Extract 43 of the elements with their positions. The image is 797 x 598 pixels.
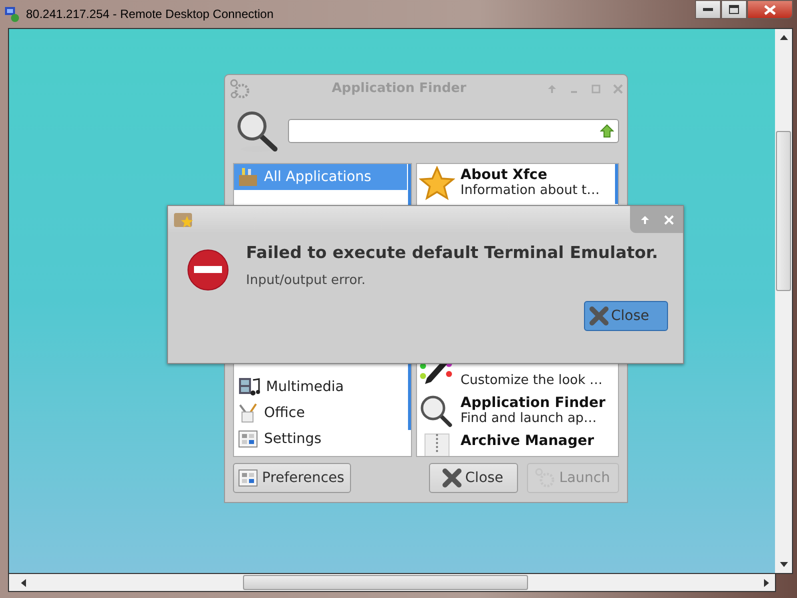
gear-icon [229, 78, 251, 100]
application-item[interactable]: Application Finder Find and launch ap… [416, 392, 618, 430]
close-button[interactable] [747, 0, 793, 19]
close-icon [589, 306, 609, 326]
arrow-up-icon [600, 124, 614, 138]
category-item[interactable]: Multimedia [234, 374, 407, 400]
film-note-icon [238, 377, 260, 397]
application-item[interactable]: About Xfce Information about t… [416, 164, 618, 202]
arrow-down-icon[interactable] [780, 562, 788, 567]
close-button[interactable]: Close [584, 301, 668, 331]
error-heading: Failed to execute default Terminal Emulator. [246, 243, 658, 262]
scrollbar-thumb[interactable] [243, 575, 528, 590]
close-icon [764, 4, 776, 14]
maximize-icon[interactable] [591, 84, 601, 94]
magnifier-icon [418, 394, 455, 428]
star-icon [418, 166, 455, 200]
window-title: 80.241.217.254 - Remote Desktop Connection [26, 7, 274, 21]
arrow-up-icon[interactable] [780, 35, 788, 40]
scrollbar-thumb[interactable] [615, 164, 618, 204]
horizontal-scrollbar[interactable] [8, 574, 776, 592]
maximize-icon [729, 5, 739, 14]
settings-panel-icon [238, 429, 258, 449]
scrollbar-thumb[interactable] [776, 131, 791, 291]
close-icon[interactable] [613, 84, 623, 94]
error-message: Input/output error. [246, 273, 366, 288]
arrow-right-icon[interactable] [764, 578, 769, 586]
toolbox-icon [238, 167, 258, 187]
monitor-icon [4, 6, 20, 22]
arrow-left-icon[interactable] [21, 578, 26, 586]
search-field[interactable] [288, 119, 619, 144]
vertical-scrollbar[interactable] [775, 29, 792, 573]
close-button[interactable]: Close [429, 463, 518, 493]
category-item[interactable]: Office [234, 400, 407, 426]
application-item[interactable]: Archive Manager [416, 430, 618, 456]
category-item[interactable]: Settings [234, 426, 407, 452]
settings-panel-icon [237, 468, 259, 488]
minimize-icon [703, 8, 713, 12]
prefs-button[interactable]: Preferences [233, 463, 352, 493]
maximize-button[interactable] [721, 0, 747, 19]
pen-cup-icon [238, 403, 258, 423]
minimize-button[interactable] [695, 0, 721, 19]
error-stop-icon [186, 248, 230, 292]
close-icon [442, 468, 462, 488]
